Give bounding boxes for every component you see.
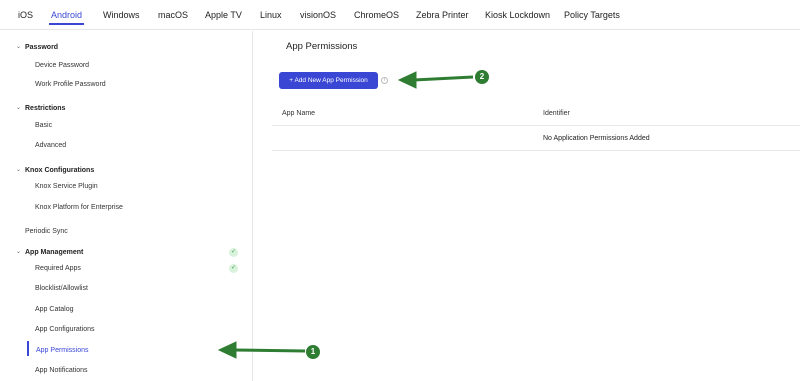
table-divider [272, 125, 800, 126]
empty-state-message: No Application Permissions Added [543, 135, 650, 142]
sidebar-item-app-configurations[interactable]: App Configurations [35, 325, 95, 334]
column-header-identifier: Identifier [543, 110, 570, 117]
sidebar-item-work-profile-password[interactable]: Work Profile Password [35, 80, 106, 89]
tab-windows[interactable]: Windows [103, 10, 140, 21]
chevron-down-icon[interactable]: ⌄ [16, 104, 21, 113]
sidebar-item-app-catalog[interactable]: App Catalog [35, 305, 74, 314]
tab-zebra-printer[interactable]: Zebra Printer [416, 10, 469, 21]
active-item-indicator [27, 341, 29, 356]
sidebar-section-password[interactable]: Password [25, 43, 58, 52]
platform-tab-bar: iOS Android Windows macOS Apple TV Linux… [0, 0, 800, 30]
sidebar-item-device-password[interactable]: Device Password [35, 61, 89, 70]
tab-android[interactable]: Android [48, 10, 85, 25]
tab-kiosk-lockdown[interactable]: Kiosk Lockdown [485, 10, 550, 21]
tab-policy-targets[interactable]: Policy Targets [564, 10, 620, 21]
add-app-permission-button[interactable]: + Add New App Permission [279, 72, 378, 89]
page-title: App Permissions [286, 41, 358, 52]
chevron-down-icon[interactable]: ⌄ [16, 166, 21, 175]
sidebar-item-blocklist-allowlist[interactable]: Blocklist/Allowlist [35, 284, 88, 293]
sidebar-item-advanced[interactable]: Advanced [35, 141, 66, 150]
tab-chromeos[interactable]: ChromeOS [354, 10, 399, 21]
sidebar-item-periodic-sync[interactable]: Periodic Sync [25, 227, 68, 236]
annotation-badge-2: 2 [475, 70, 489, 84]
sidebar-item-app-permissions[interactable]: App Permissions [36, 346, 89, 355]
chevron-down-icon[interactable]: ⌄ [16, 43, 21, 52]
sidebar-item-required-apps[interactable]: Required Apps [35, 264, 81, 273]
sidebar-item-basic[interactable]: Basic [35, 121, 52, 130]
check-icon: ✓ [229, 264, 238, 273]
arrow-2-line [413, 75, 474, 82]
tab-ios[interactable]: iOS [18, 10, 33, 21]
tab-visionos[interactable]: visionOS [300, 10, 336, 21]
arrow-2-head [397, 71, 417, 89]
info-icon[interactable]: i [381, 77, 388, 84]
tab-apple-tv[interactable]: Apple TV [205, 10, 242, 21]
sidebar-section-restrictions[interactable]: Restrictions [25, 104, 65, 113]
sidebar-item-knox-service-plugin[interactable]: Knox Service Plugin [35, 182, 98, 191]
table-divider [272, 150, 800, 151]
annotation-badge-1: 1 [306, 345, 320, 359]
sidebar-item-app-notifications[interactable]: App Notifications [35, 366, 88, 375]
sidebar-item-knox-platform-for-enterprise[interactable]: Knox Platform for Enterprise [35, 203, 123, 212]
check-icon: ✓ [229, 248, 238, 257]
chevron-down-icon[interactable]: ⌄ [16, 248, 21, 257]
tab-linux[interactable]: Linux [260, 10, 282, 21]
sidebar-section-app-management[interactable]: App Management [25, 248, 83, 257]
tab-macos[interactable]: macOS [158, 10, 188, 21]
sidebar-section-knox-configurations[interactable]: Knox Configurations [25, 166, 94, 175]
column-header-app-name: App Name [282, 110, 316, 117]
